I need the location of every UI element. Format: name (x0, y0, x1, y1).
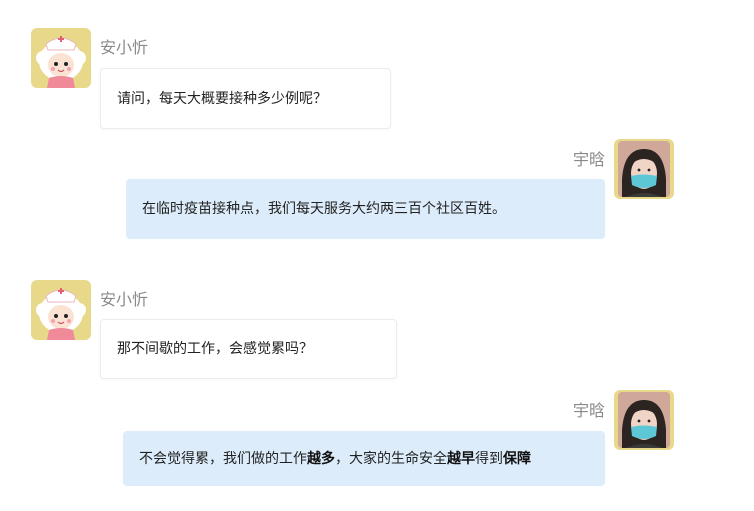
nurse-cartoon-avatar-icon (31, 280, 91, 340)
message-bubble-outgoing[interactable]: 不会觉得累，我们做的工作越多，大家的生命安全越早得到保障 (123, 431, 605, 486)
sender-name: 安小忻 (100, 38, 149, 57)
avatar-yuhan[interactable] (614, 390, 674, 450)
avatar-an-xiaoxin[interactable] (31, 28, 91, 88)
message-text: 那不间歇的工作，会感觉累吗？ (117, 341, 313, 357)
message-text: 在临时疫苗接种点，我们每天服务大约两三百个社区百姓。 (142, 201, 506, 217)
nurse-cartoon-avatar-icon (31, 28, 91, 88)
masked-person-photo-avatar-icon (614, 139, 674, 199)
message-text-emphasis: 越多 (307, 450, 335, 467)
avatar-yuhan[interactable] (614, 139, 674, 199)
sender-name: 宇晗 (572, 401, 605, 420)
avatar-an-xiaoxin[interactable] (31, 280, 91, 340)
message-text-segment: 得到 (475, 450, 503, 467)
message-bubble-outgoing[interactable]: 在临时疫苗接种点，我们每天服务大约两三百个社区百姓。 (126, 179, 605, 239)
message-text-segment: 不会觉得累，我们做的工作 (139, 450, 307, 467)
message-text: 不会觉得累，我们做的工作越多，大家的生命安全越早得到保障 (139, 449, 531, 469)
sender-name: 宇晗 (572, 150, 605, 169)
message-bubble-incoming[interactable]: 请问，每天大概要接种多少例呢？ (100, 68, 391, 129)
sender-name: 安小忻 (100, 290, 149, 309)
masked-person-photo-avatar-icon (614, 390, 674, 450)
message-bubble-incoming[interactable]: 那不间歇的工作，会感觉累吗？ (100, 319, 397, 379)
message-text-segment: ，大家的生命安全 (335, 450, 447, 467)
message-text-emphasis: 越早 (447, 450, 475, 467)
message-text: 请问，每天大概要接种多少例呢？ (117, 90, 327, 107)
message-text-emphasis: 保障 (503, 450, 531, 467)
